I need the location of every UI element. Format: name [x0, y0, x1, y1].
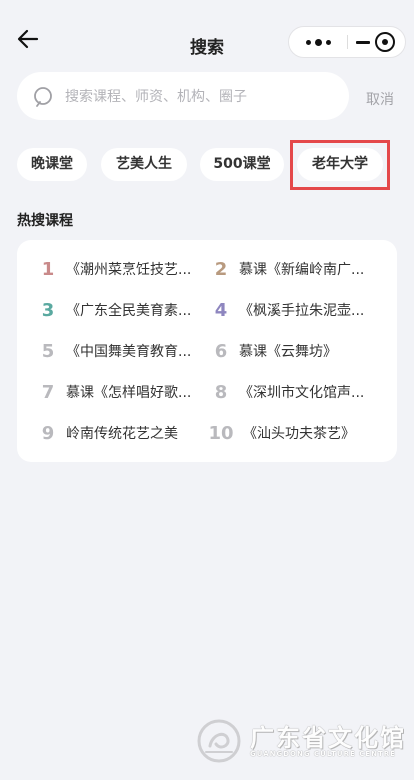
rank-number: 8 [214, 381, 228, 403]
close-button[interactable] [375, 32, 395, 52]
more-button[interactable] [289, 27, 347, 57]
search-icon [34, 87, 52, 107]
rank-number: 7 [41, 381, 55, 403]
course-title: 慕课《云舞坊》 [239, 344, 337, 360]
rank-number: 2 [214, 258, 228, 280]
hot-course-item[interactable]: 9 岭南传统花艺之美 [36, 421, 178, 445]
course-title: 岭南传统花艺之美 [66, 426, 178, 442]
course-title: 《中国舞美育教育... [66, 344, 192, 360]
hot-course-item[interactable]: 5 《中国舞美育教育... [36, 339, 192, 363]
hot-course-item[interactable]: 3 《广东全民美育素... [36, 298, 192, 322]
hot-course-item[interactable]: 1 《潮州菜烹饪技艺... [36, 257, 192, 281]
rank-number: 1 [41, 258, 55, 280]
rank-number: 6 [214, 340, 228, 362]
rank-number: 4 [214, 299, 228, 321]
guangdong-culture-logo-icon [197, 719, 241, 763]
course-title: 《深圳市文化馆声... [239, 385, 365, 401]
more-dots-icon [305, 39, 311, 45]
rank-number: 3 [41, 299, 55, 321]
hot-course-item[interactable]: 10 《汕头功夫茶艺》 [205, 421, 355, 445]
course-title: 《潮州菜烹饪技艺... [66, 262, 192, 278]
course-title: 慕课《新编岭南广... [239, 262, 365, 278]
watermark: 广东省文化馆 GUANGDONG CULTURE CENTRE [196, 712, 408, 770]
hot-course-item[interactable]: 6 慕课《云舞坊》 [209, 339, 337, 363]
watermark-name-en: GUANGDONG CULTURE CENTRE [250, 750, 396, 758]
hot-course-item[interactable]: 8 《深圳市文化馆声... [209, 380, 365, 404]
highlight-box [290, 140, 390, 190]
rank-number: 9 [41, 422, 55, 444]
hot-course-item[interactable]: 7 慕课《怎样唱好歌... [36, 380, 192, 404]
section-title: 热搜课程 [17, 213, 73, 229]
search-bar [17, 72, 349, 120]
mini-program-capsule [288, 26, 406, 58]
rank-number: 5 [41, 340, 55, 362]
hot-courses-card: 1 《潮州菜烹饪技艺... 2 慕课《新编岭南广... 3 《广东全民美育素..… [17, 240, 397, 462]
tag-chip[interactable]: 晚课堂 [17, 148, 87, 181]
search-input[interactable] [63, 84, 342, 110]
hot-course-item[interactable]: 4 《枫溪手拉朱泥壶... [209, 298, 365, 322]
cancel-button[interactable]: 取消 [366, 89, 394, 109]
course-title: 《广东全民美育素... [66, 303, 192, 319]
rank-number: 10 [208, 422, 234, 444]
course-title: 慕课《怎样唱好歌... [66, 385, 192, 401]
minimize-button[interactable] [351, 27, 375, 57]
watermark-name-cn: 广东省文化馆 [250, 724, 406, 752]
capsule-divider [347, 35, 348, 49]
hot-course-item[interactable]: 2 慕课《新编岭南广... [209, 257, 365, 281]
course-title: 《枫溪手拉朱泥壶... [239, 303, 365, 319]
tag-chip[interactable]: 艺美人生 [101, 148, 187, 181]
course-title: 《汕头功夫茶艺》 [243, 426, 355, 442]
tag-chip[interactable]: 500课堂 [200, 148, 284, 181]
